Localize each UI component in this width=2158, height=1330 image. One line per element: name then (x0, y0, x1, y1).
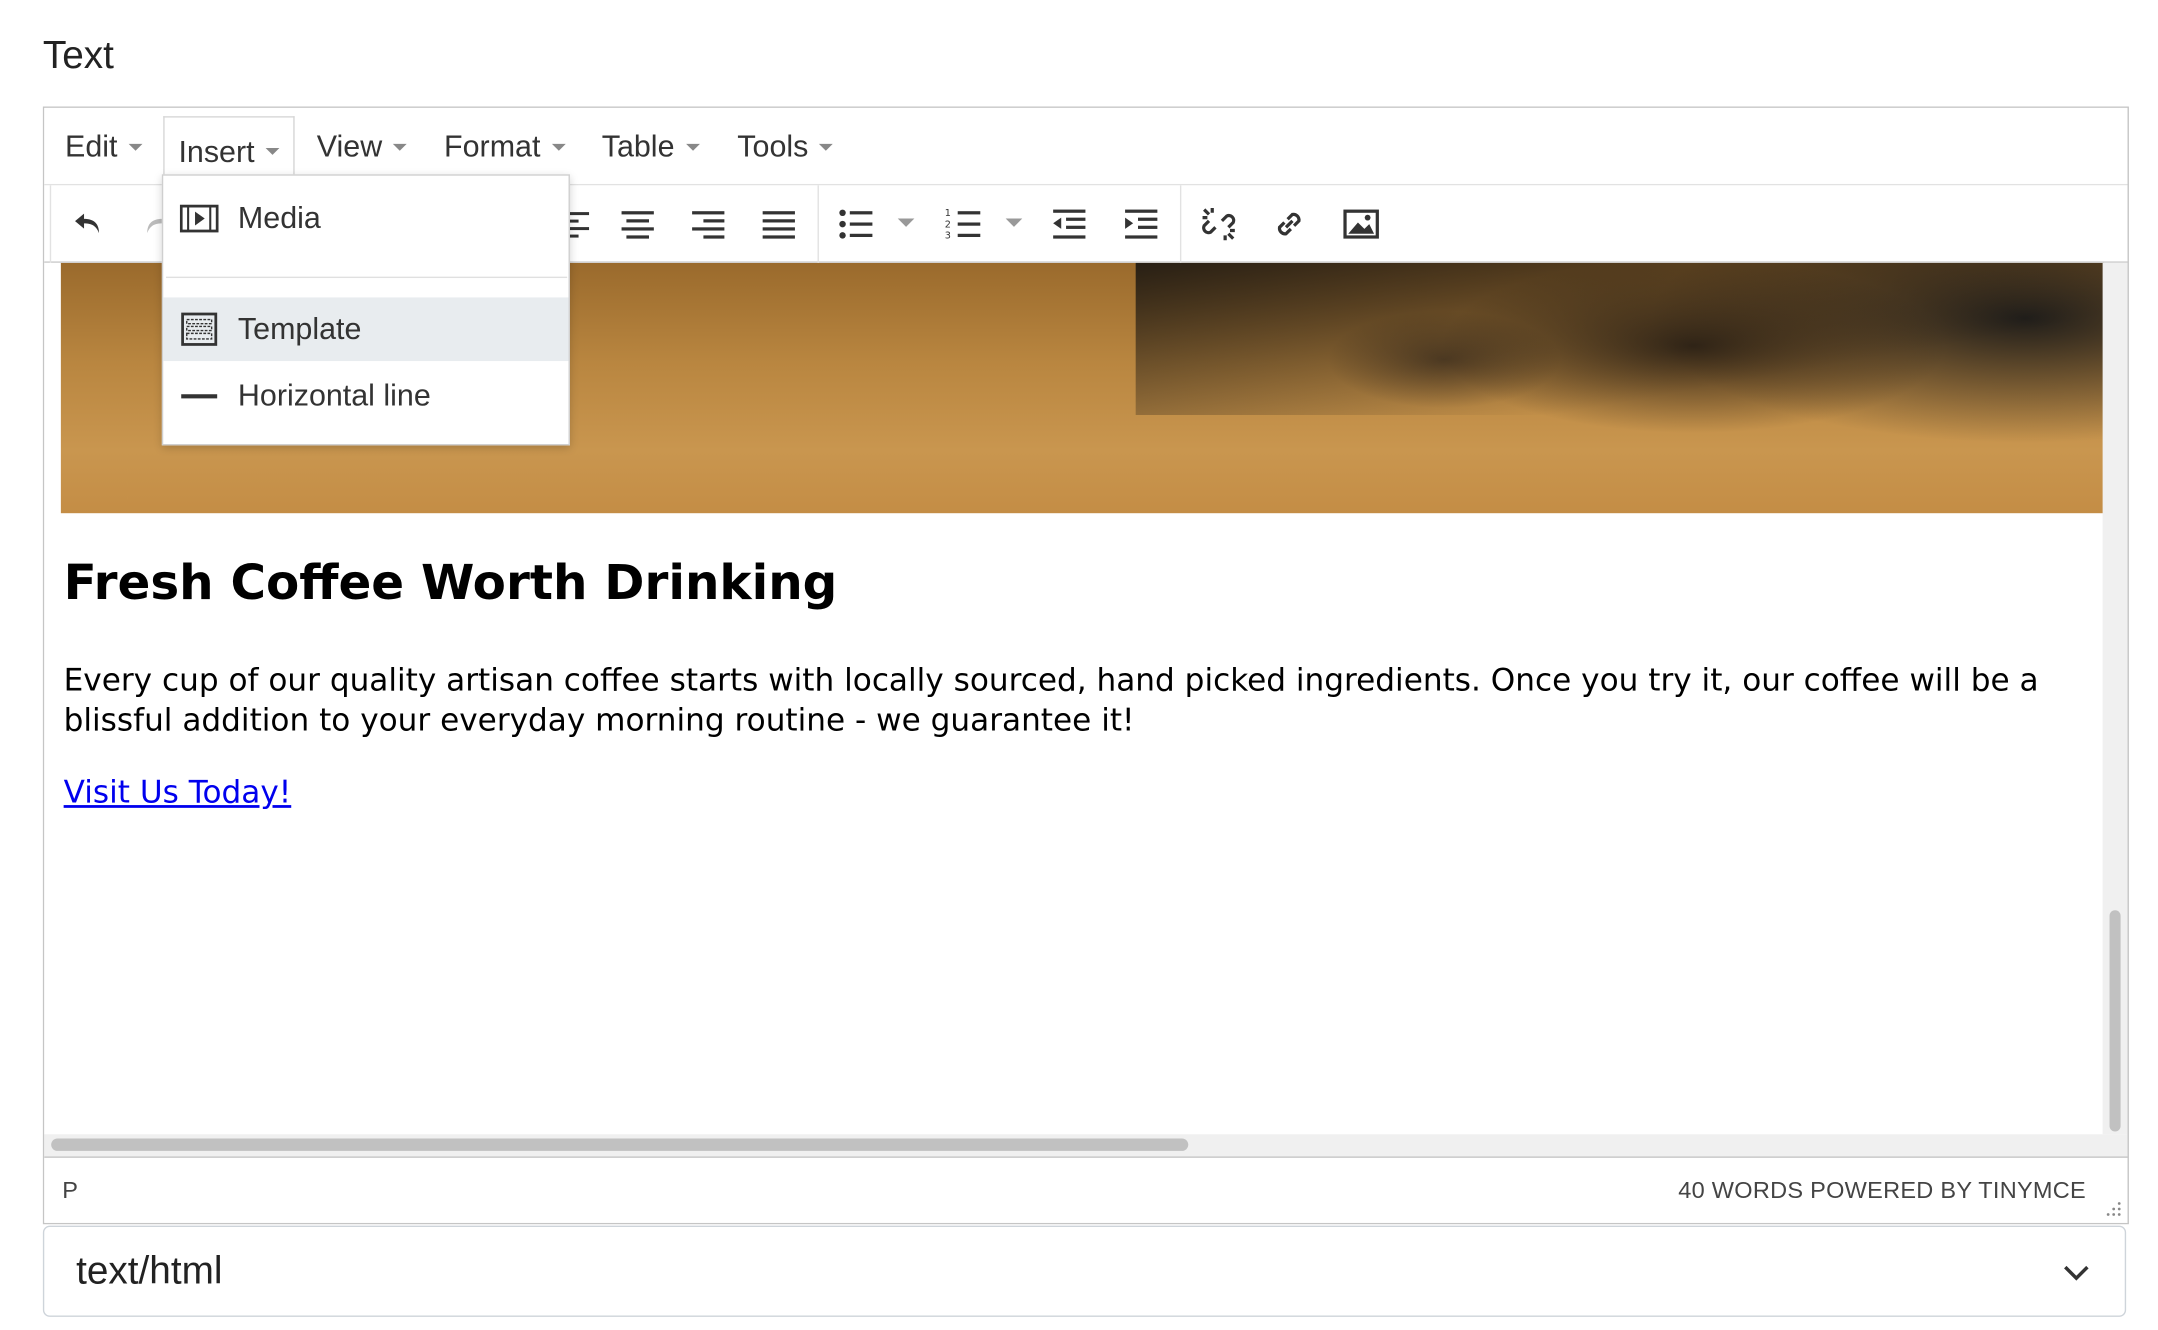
menu-view-label: View (316, 128, 383, 164)
svg-text:2: 2 (945, 219, 951, 230)
menu-edit-label: Edit (65, 128, 118, 164)
toolbar-separator (49, 185, 52, 263)
element-path[interactable]: P (62, 1177, 78, 1205)
menu-insert-label: Insert (178, 133, 255, 169)
image-icon (1343, 209, 1379, 239)
numbered-list-button[interactable]: 123 (936, 196, 991, 251)
align-right-icon (692, 211, 725, 239)
outdent-button[interactable] (1042, 196, 1097, 251)
menu-table[interactable]: Table (588, 116, 713, 177)
caret-down-icon (265, 148, 280, 155)
menu-separator (165, 276, 568, 279)
insert-horizontal-line-item[interactable]: Horizontal line (163, 364, 568, 428)
bullet-list-dropdown-icon[interactable] (897, 218, 915, 227)
align-right-button[interactable] (681, 196, 736, 251)
outdent-icon (1053, 209, 1086, 239)
menu-tools[interactable]: Tools (723, 116, 847, 177)
insert-template-label: Template (237, 311, 362, 346)
undo-button[interactable] (61, 196, 116, 251)
page: Text Edit Insert View Format Table Tools (0, 0, 2158, 1328)
hero-image-shadow (1135, 262, 2104, 415)
align-justify-button[interactable] (751, 196, 806, 251)
toolbar-separator (1179, 185, 1182, 263)
align-center-icon (621, 211, 654, 239)
visit-us-link[interactable]: Visit Us Today! (64, 775, 292, 811)
insert-horizontal-line-label: Horizontal line (237, 377, 431, 413)
toolbar-separator (817, 185, 819, 263)
menu-format-label: Format (444, 128, 541, 164)
media-icon (179, 204, 219, 233)
link-icon (1277, 212, 1301, 236)
unlink-icon (1202, 207, 1236, 241)
caret-down-icon (685, 143, 700, 151)
vertical-scrollbar[interactable] (2102, 262, 2128, 1135)
template-icon (181, 312, 218, 346)
caret-down-icon (819, 143, 834, 151)
word-count-branding: 40 WORDS POWERED BY TINYMCE (1678, 1177, 2087, 1204)
menu-view[interactable]: View (303, 116, 421, 177)
menu-edit[interactable]: Edit (51, 116, 156, 177)
content-paragraph: Every cup of our quality artisan coffee … (63, 662, 2039, 739)
menu-table-label: Table (601, 128, 675, 164)
bullet-list-button[interactable] (829, 196, 884, 251)
insert-media-item[interactable]: Media (163, 187, 568, 251)
caret-down-icon (551, 143, 566, 151)
horizontal-scrollbar-thumb[interactable] (51, 1138, 1189, 1151)
align-justify-icon (762, 211, 795, 239)
chevron-down-icon (2064, 1265, 2089, 1281)
statusbar: P 40 WORDS POWERED BY TINYMCE (44, 1156, 2128, 1223)
indent-icon (1125, 209, 1158, 239)
text-format-select[interactable]: text/html (42, 1225, 2127, 1317)
indent-button[interactable] (1114, 196, 1169, 251)
menu-tools-label: Tools (737, 128, 809, 164)
undo-icon (75, 213, 100, 234)
content-headline: Fresh Coffee Worth Drinking (63, 556, 838, 612)
unlink-button[interactable] (1191, 196, 1246, 251)
align-center-button[interactable] (610, 196, 665, 251)
menu-format[interactable]: Format (430, 116, 579, 177)
image-button[interactable] (1334, 196, 1389, 251)
insert-template-item[interactable]: Template (163, 297, 569, 362)
insert-dropdown-menu: Media Template Horizontal line (161, 174, 570, 446)
caret-down-icon (128, 143, 143, 151)
vertical-scrollbar-thumb[interactable] (2109, 910, 2121, 1132)
caret-down-icon (393, 143, 408, 151)
svg-text:1: 1 (945, 208, 951, 219)
resize-handle-icon[interactable] (2103, 1198, 2122, 1217)
link-button[interactable] (1262, 196, 1317, 251)
numbered-list-dropdown-icon[interactable] (1005, 218, 1023, 227)
numbered-list-icon: 123 (945, 208, 981, 242)
bullet-list-icon (839, 209, 873, 239)
horizontal-line-icon (181, 394, 218, 399)
insert-media-label: Media (237, 200, 321, 236)
svg-text:3: 3 (945, 231, 951, 242)
text-format-value: text/html (76, 1249, 223, 1293)
field-label: Text (42, 33, 114, 77)
horizontal-scrollbar[interactable] (44, 1134, 2128, 1157)
